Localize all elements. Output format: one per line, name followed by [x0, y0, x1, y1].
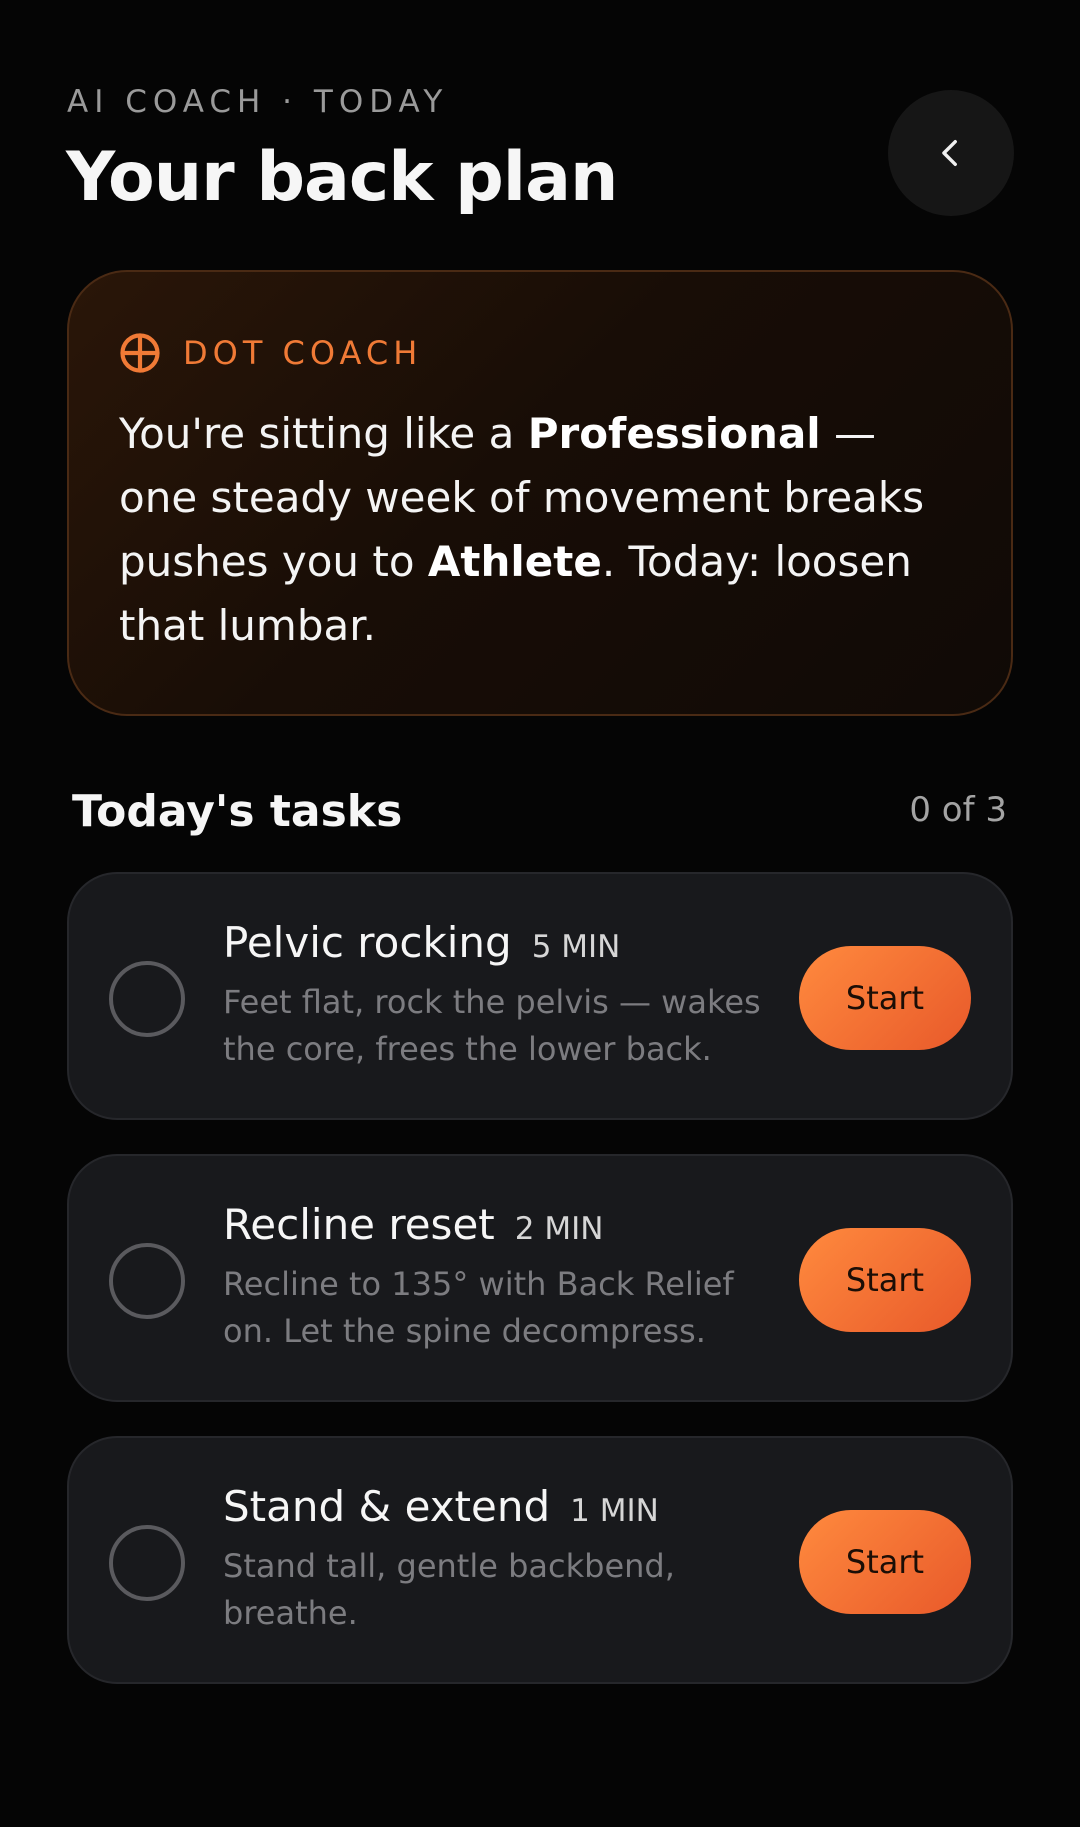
tasks-progress-count: 0 of 3 — [909, 790, 1007, 830]
task-card-pelvic-rocking: Pelvic rocking 5 MIN Feet flat, rock the… — [67, 872, 1013, 1120]
coach-message-text: You're sitting like a — [119, 409, 528, 458]
coach-label: DOT COACH — [183, 334, 423, 372]
task-checkbox[interactable] — [109, 1525, 185, 1601]
tasks-section-title: Today's tasks — [72, 786, 403, 837]
task-card-stand-extend: Stand & extend 1 MIN Stand tall, gentle … — [67, 1436, 1013, 1684]
coach-message-current-level: Professional — [527, 409, 821, 458]
task-title: Recline reset — [223, 1200, 495, 1249]
crosshair-circle-icon — [120, 333, 160, 373]
task-title: Pelvic rocking — [223, 918, 512, 967]
task-body: Pelvic rocking 5 MIN Feet flat, rock the… — [223, 918, 783, 1073]
coach-card: DOT COACH You're sitting like a Professi… — [67, 270, 1013, 716]
task-start-button[interactable]: Start — [799, 1228, 971, 1332]
task-start-button[interactable]: Start — [799, 946, 971, 1050]
coach-header: DOT COACH — [119, 332, 963, 374]
task-title-row: Recline reset 2 MIN — [223, 1200, 783, 1249]
task-duration: 5 MIN — [531, 929, 621, 965]
task-duration: 1 MIN — [570, 1493, 659, 1529]
task-description: Stand tall, gentle backbend, breathe. — [223, 1547, 675, 1632]
task-checkbox[interactable] — [109, 961, 185, 1037]
page-title: Your back plan — [66, 138, 618, 217]
task-card-recline-reset: Recline reset 2 MIN Recline to 135° with… — [67, 1154, 1013, 1402]
page-eyebrow: AI COACH · TODAY — [67, 84, 449, 120]
task-body: Stand & extend 1 MIN Stand tall, gentle … — [223, 1482, 783, 1637]
task-title-row: Stand & extend 1 MIN — [223, 1482, 783, 1531]
chevron-left-icon — [942, 139, 957, 167]
task-checkbox[interactable] — [109, 1243, 185, 1319]
task-title: Stand & extend — [223, 1482, 551, 1531]
coach-message: You're sitting like a Professional — one… — [119, 402, 963, 658]
task-title-row: Pelvic rocking 5 MIN — [223, 918, 783, 967]
task-start-button[interactable]: Start — [799, 1510, 971, 1614]
back-button[interactable] — [888, 90, 1014, 216]
task-description: Recline to 135° with Back Relief on. Let… — [223, 1265, 734, 1350]
task-description: Feet flat, rock the pelvis — wakes the c… — [223, 983, 761, 1068]
task-body: Recline reset 2 MIN Recline to 135° with… — [223, 1200, 783, 1355]
task-duration: 2 MIN — [514, 1211, 604, 1247]
coach-message-target-level: Athlete — [427, 537, 602, 586]
